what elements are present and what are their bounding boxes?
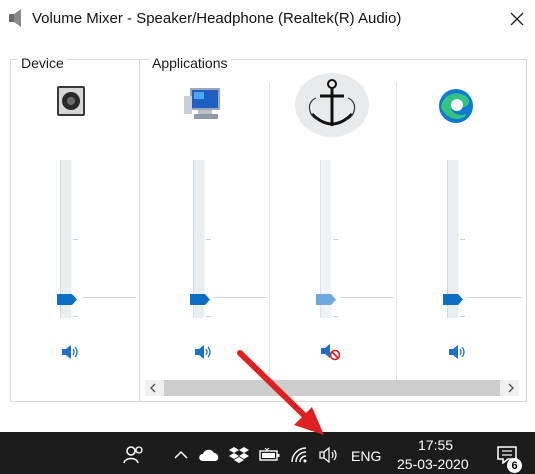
notification-count-badge: 6	[507, 458, 522, 473]
onedrive-cloud-icon[interactable]	[198, 440, 220, 470]
device-section-label: Device	[18, 55, 67, 71]
mute-button[interactable]	[193, 343, 215, 361]
clock-date[interactable]: 25-03-2020	[397, 456, 469, 472]
slider-tick	[73, 239, 78, 240]
peak-meter-line	[213, 297, 267, 298]
slider-tick	[460, 239, 465, 240]
peak-meter-line	[466, 297, 522, 298]
applications-section-label: Applications	[149, 55, 231, 71]
speaker-icon	[9, 9, 23, 27]
speaker-icon	[195, 345, 211, 359]
chevron-left-icon	[150, 383, 156, 393]
slider-tick	[206, 239, 211, 240]
chevron-up-icon	[174, 450, 188, 459]
mute-button[interactable]	[60, 343, 82, 361]
scroll-right-button[interactable]	[503, 380, 519, 396]
slider-tick	[73, 316, 78, 317]
close-button[interactable]	[500, 3, 534, 35]
slider-tick	[460, 316, 465, 317]
people-icon[interactable]	[122, 440, 146, 470]
column-divider	[396, 82, 397, 382]
anchor-icon[interactable]	[294, 72, 370, 138]
peak-meter-line	[83, 297, 136, 298]
speaker-device-icon[interactable]	[55, 84, 87, 118]
window-title: Volume Mixer - Speaker/Headphone (Realte…	[32, 10, 402, 27]
system-sounds-icon[interactable]	[184, 86, 224, 122]
clock-time[interactable]: 17:55	[418, 437, 453, 453]
chevron-right-icon	[508, 383, 514, 393]
mute-button[interactable]	[447, 343, 469, 361]
close-icon	[510, 12, 524, 26]
speaker-icon	[449, 345, 465, 359]
scroll-left-button[interactable]	[145, 380, 161, 396]
annotation-arrow	[230, 345, 340, 445]
edge-icon[interactable]	[437, 87, 475, 125]
slider-tick	[206, 316, 211, 317]
peak-meter-line	[340, 297, 394, 298]
volume-slider-thumb[interactable]	[443, 292, 463, 305]
volume-slider-thumb[interactable]	[57, 292, 77, 305]
volume-slider-thumb[interactable]	[316, 292, 336, 305]
input-language-indicator[interactable]: ENG	[351, 448, 381, 464]
slider-tick	[333, 239, 338, 240]
show-hidden-icons-button[interactable]	[172, 440, 190, 470]
slider-tick	[333, 316, 338, 317]
volume-slider-thumb[interactable]	[190, 292, 210, 305]
speaker-icon	[62, 345, 78, 359]
column-divider	[269, 82, 270, 382]
